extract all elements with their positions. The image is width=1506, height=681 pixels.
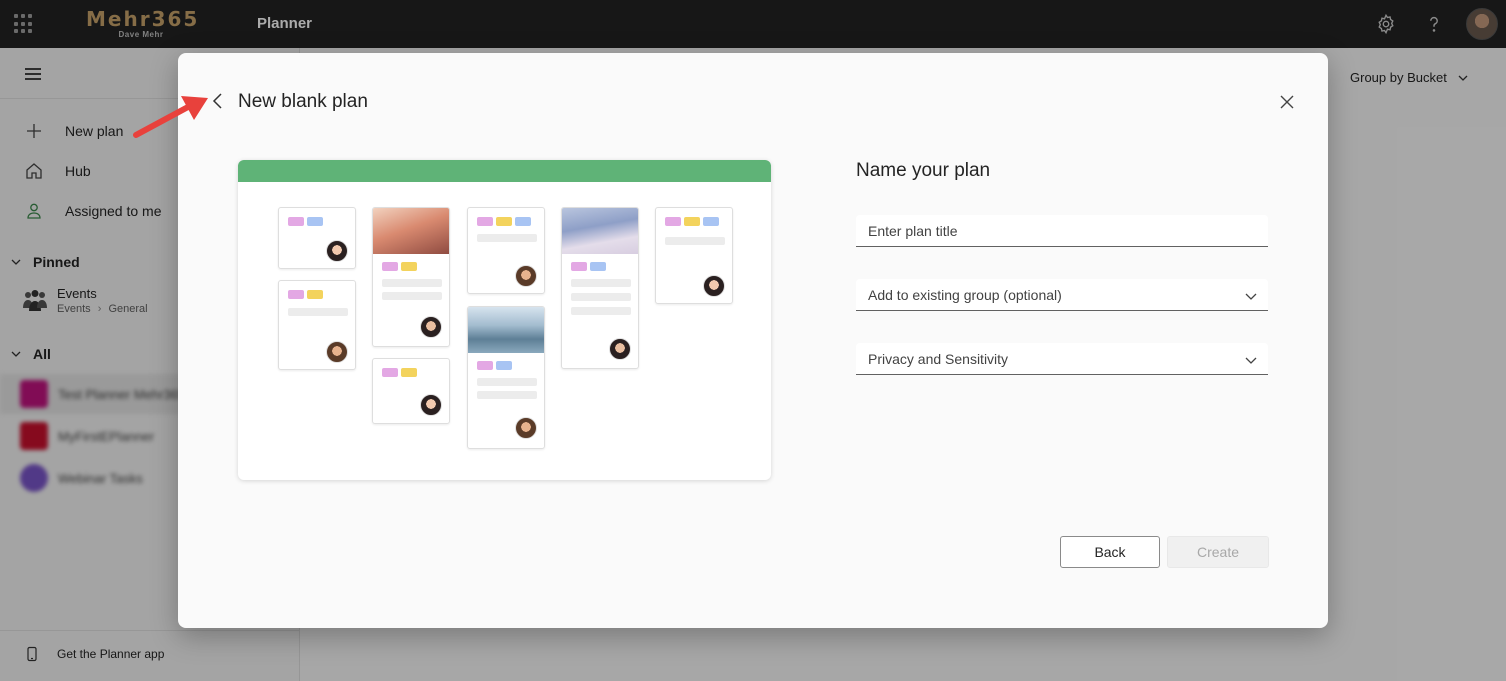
plan-title-input[interactable]	[868, 222, 1248, 239]
illustration-photo	[562, 208, 638, 254]
avatar	[515, 417, 537, 439]
illustration-header-band	[238, 160, 771, 182]
plan-illustration	[238, 160, 771, 480]
avatar	[326, 341, 348, 363]
illustration-photo	[468, 307, 544, 353]
close-icon[interactable]	[1277, 92, 1297, 112]
avatar	[420, 316, 442, 338]
group-select-value: Add to existing group (optional)	[868, 286, 1062, 303]
back-button[interactable]: Back	[1060, 536, 1160, 568]
avatar	[420, 394, 442, 416]
privacy-select-value: Privacy and Sensitivity	[868, 350, 1009, 367]
group-select[interactable]: Add to existing group (optional)	[856, 279, 1268, 311]
illustration-photo	[373, 208, 449, 254]
chevron-down-icon	[1245, 357, 1257, 364]
new-plan-dialog: New blank plan Name your plan Enter plan…	[178, 53, 1328, 628]
illustration-card	[467, 306, 545, 449]
chevron-down-icon	[1245, 293, 1257, 300]
illustration-card	[561, 207, 639, 369]
illustration-card	[372, 207, 450, 347]
avatar	[609, 338, 631, 360]
annotation-arrow-icon	[133, 96, 208, 138]
avatar	[326, 240, 348, 262]
plan-title-field[interactable]	[856, 215, 1268, 247]
illustration-card	[372, 358, 450, 424]
avatar	[515, 265, 537, 287]
create-button[interactable]: Create	[1167, 536, 1269, 568]
privacy-select[interactable]: Privacy and Sensitivity	[856, 343, 1268, 375]
illustration-card	[467, 207, 545, 294]
illustration-card	[278, 207, 356, 269]
form-title: Name your plan	[856, 160, 991, 181]
dialog-title: New blank plan	[238, 91, 368, 112]
avatar	[703, 275, 725, 297]
illustration-card	[278, 280, 356, 370]
illustration-card	[655, 207, 733, 304]
